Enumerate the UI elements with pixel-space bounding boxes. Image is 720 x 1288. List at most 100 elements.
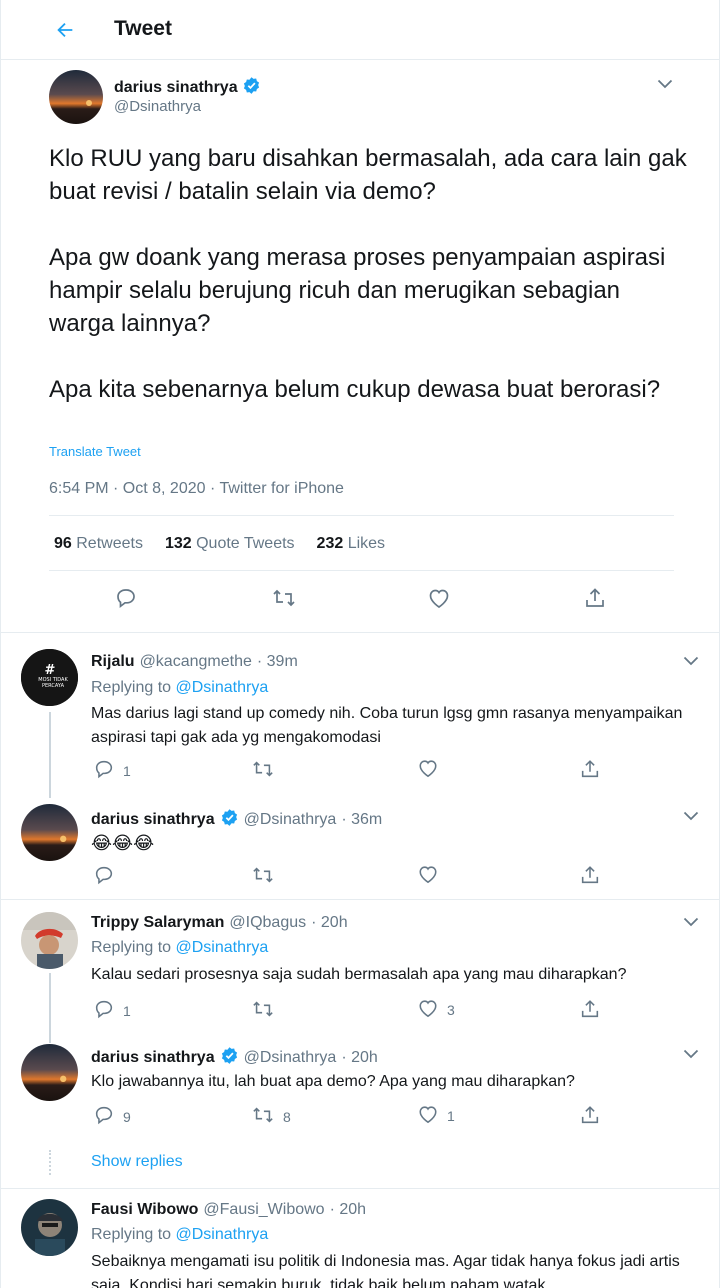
verified-badge-icon [220,1046,239,1070]
mention-link[interactable]: @Dsinathrya [176,679,269,696]
like-action[interactable]: 1 [417,1104,455,1127]
share-action[interactable] [579,998,601,1023]
share-icon [579,998,601,1023]
share-icon [579,1104,601,1129]
reply-author-handle[interactable]: @IQbagus [229,914,306,932]
reply-time[interactable]: · 39m [257,653,298,671]
like-count: 1 [447,1107,455,1124]
replying-to: Replying to @Dsinathrya [91,1226,269,1243]
retweets-stat[interactable]: 96 Retweets [54,535,143,553]
tweet-text: Klo RUU yang baru disahkan bermasalah, a… [49,145,687,403]
reply-author-name[interactable]: Fausi Wibowo [91,1201,198,1219]
chevron-down-icon[interactable] [681,1044,701,1064]
share-action[interactable] [579,758,601,783]
like-heart-icon [417,1104,439,1127]
share-action[interactable] [579,1104,601,1129]
reply-header: Fausi Wibowo @Fausi_Wibowo · 20h [91,1201,366,1219]
verified-badge-icon [220,808,239,832]
reply-count: 1 [123,762,131,779]
reply-header: darius sinathrya @Dsinathrya · 20h [91,1046,378,1070]
tweet-timestamp[interactable]: 6:54 PM · Oct 8, 2020 · Twitter for iPho… [49,480,344,498]
retweet-action[interactable] [251,758,275,783]
reply-icon [93,758,115,783]
chevron-down-icon[interactable] [655,74,675,94]
retweet-icon[interactable] [271,585,297,611]
author-name-text: darius sinathrya [114,79,238,96]
reply-author-name[interactable]: Trippy Salaryman [91,914,224,932]
retweet-icon [251,1104,275,1129]
back-arrow-icon[interactable] [45,10,85,50]
retweet-icon [251,864,275,889]
reply-author-name[interactable]: darius sinathrya [91,1049,215,1067]
retweet-action[interactable] [251,998,275,1023]
tweet-stats: 96 Retweets 132 Quote Tweets 232 Likes [54,535,385,553]
reply-author-handle[interactable]: @Fausi_Wibowo [203,1201,324,1219]
quote-tweets-stat[interactable]: 132 Quote Tweets [165,535,295,553]
reply-header: Rijalu @kacangmethe · 39m [91,653,298,671]
thread-line [49,973,51,1043]
reply-icon[interactable] [113,585,139,611]
share-action[interactable] [579,864,601,889]
author-handle[interactable]: @Dsinathrya [114,98,201,115]
avatar[interactable] [21,1044,78,1101]
avatar[interactable] [21,804,78,861]
reply-count: 1 [123,1002,131,1019]
like-heart-icon [417,998,439,1021]
reply-text: Sebaiknya mengamati isu politik di Indon… [91,1253,680,1288]
mention-link[interactable]: @Dsinathrya [176,939,269,956]
reply-author-name[interactable]: darius sinathrya [91,811,215,829]
reply-action[interactable]: 1 [93,758,131,783]
share-icon [579,864,601,889]
divider [49,570,674,571]
like-action[interactable]: 3 [417,998,455,1021]
retweet-action[interactable] [251,864,275,889]
retweet-icon [251,998,275,1023]
replying-to: Replying to @Dsinathrya [91,679,269,696]
reply-header: darius sinathrya @Dsinathrya · 36m [91,808,382,832]
retweet-icon [251,758,275,783]
reply-author-handle[interactable]: @Dsinathrya [244,811,337,829]
reply-header: Trippy Salaryman @IQbagus · 20h [91,914,348,932]
mention-link[interactable]: @Dsinathrya [176,1226,269,1243]
retweet-action[interactable]: 8 [251,1104,291,1129]
avatar[interactable]: # MOSI TIDAK PERCAYA [21,649,78,706]
reply-text: 😂😂😂 [91,833,155,853]
reply-action[interactable]: 9 [93,1104,131,1129]
svg-text:#: # [45,663,56,678]
like-heart-icon [417,758,439,781]
reply-author-name[interactable]: Rijalu [91,653,135,671]
reply-action[interactable]: 1 [93,998,131,1023]
like-heart-icon[interactable] [426,585,452,611]
reply-time[interactable]: · 20h [311,914,347,932]
reply-time[interactable]: · 20h [341,1049,377,1067]
reply-time[interactable]: · 20h [330,1201,366,1219]
chevron-down-icon[interactable] [681,806,701,826]
reply-action[interactable] [93,864,115,889]
chevron-down-icon[interactable] [681,651,701,671]
avatar[interactable] [21,912,78,969]
section-divider [1,1188,719,1189]
tweet-page: Tweet darius sinathrya @Dsinathrya Klo R… [0,0,720,1288]
share-icon[interactable] [582,585,608,611]
translate-tweet-link[interactable]: Translate Tweet [49,444,141,459]
likes-stat[interactable]: 232 Likes [317,535,386,553]
reply-text: Mas darius lagi stand up comedy nih. Cob… [91,705,683,746]
verified-badge-icon [242,76,261,100]
retweet-count: 8 [283,1108,291,1125]
avatar[interactable] [49,70,103,124]
avatar[interactable] [21,1199,78,1256]
reply-text: Kalau sedari prosesnya saja sudah bermas… [91,966,627,983]
replying-to: Replying to @Dsinathrya [91,939,269,956]
show-replies-link[interactable]: Show replies [91,1153,183,1171]
section-divider [1,899,719,900]
chevron-down-icon[interactable] [681,912,701,932]
like-action[interactable] [417,864,439,887]
like-action[interactable] [417,758,439,781]
author-name[interactable]: darius sinathrya [114,76,261,100]
reply-author-handle[interactable]: @kacangmethe [140,653,252,671]
reply-time[interactable]: · 36m [341,811,382,829]
reply-author-handle[interactable]: @Dsinathrya [244,1049,337,1067]
svg-text:PERCAYA: PERCAYA [42,683,65,689]
share-icon [579,758,601,783]
divider [49,515,674,516]
